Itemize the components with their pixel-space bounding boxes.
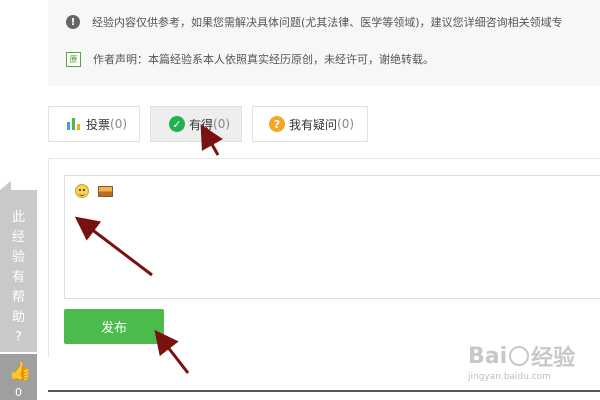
arrow-to-gained-tab bbox=[200, 124, 223, 156]
arrow-to-publish bbox=[154, 329, 190, 374]
annotation-arrows bbox=[74, 124, 223, 374]
arrow-to-editor bbox=[74, 216, 153, 277]
